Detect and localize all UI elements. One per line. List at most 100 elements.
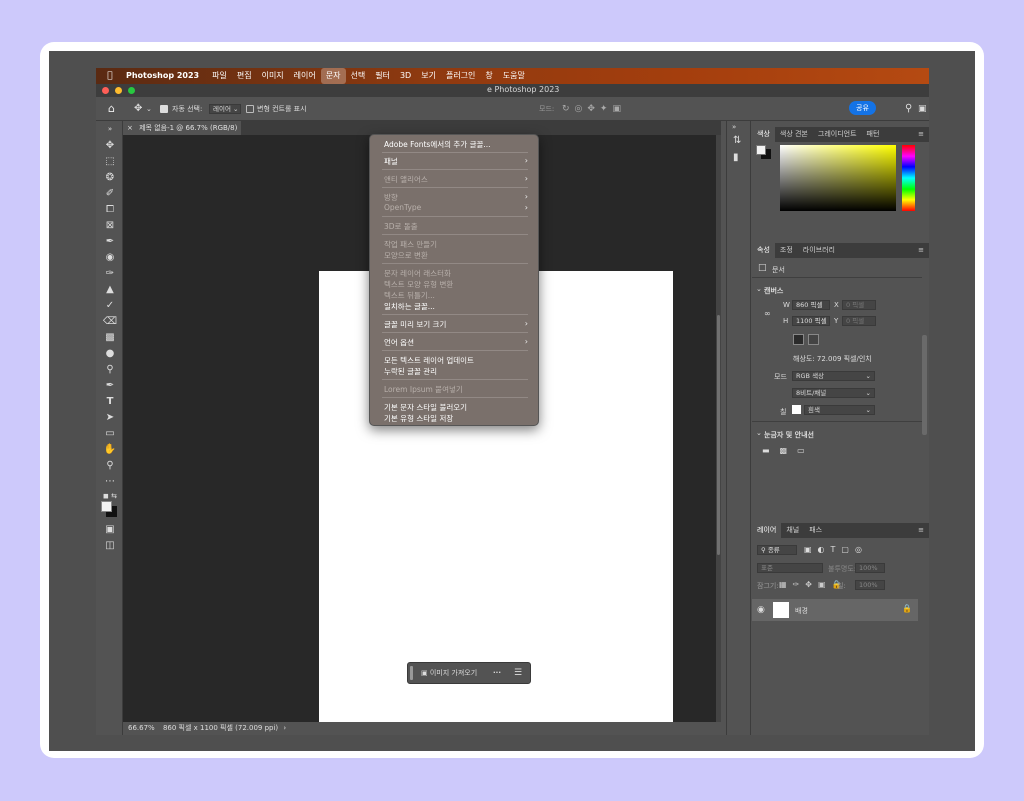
maximize-window-button[interactable] (128, 87, 135, 94)
status-arrow-icon[interactable]: › (283, 724, 286, 732)
tab-channels[interactable]: 채널 (781, 523, 804, 538)
width-field[interactable]: 860 픽셀 (792, 300, 830, 310)
bit-depth-dropdown[interactable]: 8비트/채널 ⌄ (792, 388, 875, 398)
more-options-button[interactable]: ··· (493, 665, 501, 681)
zoom-level[interactable]: 66.67% (128, 724, 155, 732)
crop-tool-icon[interactable]: ⧠ (102, 203, 118, 216)
menu-edit[interactable]: 편집 (232, 68, 257, 84)
menu-3d[interactable]: 3D (395, 68, 416, 84)
eyedropper-tool-icon[interactable]: ✒ (102, 235, 118, 248)
menu-item-rasterize[interactable]: 문자 레이어 래스터화 (384, 268, 451, 279)
quick-mask-icon[interactable]: ▣ (102, 523, 118, 536)
blend-mode-dropdown[interactable]: 표준 (757, 563, 823, 573)
hand-tool-icon[interactable]: ✋ (102, 443, 118, 456)
tab-layers[interactable]: 레이어 (752, 523, 782, 538)
history-brush-icon[interactable]: ✓ (102, 299, 118, 312)
tab-patterns[interactable]: 패턴 (862, 127, 885, 142)
brush-tool-icon[interactable]: ✑ (102, 267, 118, 280)
search-icon[interactable]: ⚲ (905, 102, 912, 116)
portrait-orientation-button[interactable] (793, 334, 804, 345)
menu-item-convert-to-shape[interactable]: 모양으로 변환 (384, 250, 428, 261)
auto-select-checkbox[interactable] (160, 105, 168, 113)
foreground-color-swatch[interactable] (756, 145, 766, 155)
frame-tool-icon[interactable]: ⊠ (102, 219, 118, 232)
marquee-tool-icon[interactable]: ⬚ (102, 155, 118, 168)
3d-mode-icons[interactable]: ↻◎✥✦▣ (562, 102, 626, 116)
eraser-tool-icon[interactable]: ⌫ (102, 315, 118, 328)
menu-filter[interactable]: 필터 (370, 68, 395, 84)
lasso-tool-icon[interactable]: ❂ (102, 171, 118, 184)
vertical-scroll-thumb[interactable] (717, 315, 720, 555)
menu-item-anti-alias[interactable]: 앤티 앨리어스 (384, 174, 428, 185)
import-image-button[interactable]: ▣ 이미지 가져오기 (418, 665, 480, 681)
screen-mode-icon[interactable]: ◫ (102, 539, 118, 552)
panel-menu-icon[interactable]: ≡ (913, 243, 929, 258)
menu-item-font-preview-size[interactable]: 글꼴 미리 보기 크기 (384, 319, 446, 330)
layer-row-background[interactable]: ◉ 배경 🔒 (752, 599, 918, 621)
rectangle-tool-icon[interactable]: ▭ (102, 427, 118, 440)
chevron-down-icon[interactable]: ⌄ (756, 429, 762, 437)
menu-item-load-default-styles[interactable]: 기본 문자 스타일 불러오기 (384, 402, 467, 413)
move-tool-icon[interactable]: ✥ (102, 139, 118, 152)
x-field[interactable]: 0 픽셀 (842, 300, 876, 310)
move-tool-icon[interactable]: ✥ (134, 102, 142, 116)
menu-item-warp-text[interactable]: 텍스트 뒤틀기... (384, 290, 435, 301)
collapse-icon[interactable]: » (102, 123, 118, 136)
layer-name[interactable]: 배경 (795, 606, 808, 616)
stamp-tool-icon[interactable]: ▲ (102, 283, 118, 296)
vertical-scrollbar[interactable] (716, 135, 721, 722)
home-icon[interactable]: ⌂ (108, 102, 115, 116)
drag-handle[interactable] (410, 666, 413, 680)
fill-dropdown[interactable]: 흰색 ⌄ (804, 405, 875, 415)
comment-icon[interactable]: ▮ (733, 152, 739, 163)
minimize-window-button[interactable] (115, 87, 122, 94)
share-button[interactable]: 공유 (849, 101, 876, 115)
history-icon[interactable]: ⇅ (733, 135, 741, 146)
path-select-icon[interactable]: ➤ (102, 411, 118, 424)
menu-item-panels[interactable]: 패널 (384, 156, 398, 167)
menu-item-adobe-fonts[interactable]: Adobe Fonts에서의 추가 글꼴... (384, 139, 491, 150)
tab-document[interactable]: × 제목 없음-1 @ 66.7% (RGB/8) (123, 121, 241, 135)
layer-select-dropdown[interactable]: 레이어 ⌄ (209, 104, 241, 114)
foreground-color-swatch[interactable] (101, 501, 112, 512)
close-window-button[interactable] (102, 87, 109, 94)
type-tool-icon[interactable]: T (102, 395, 118, 408)
eye-icon[interactable]: ◉ (757, 605, 765, 615)
menu-help[interactable]: 도움말 (498, 68, 530, 84)
ruler-icons[interactable]: ▬▩▭ (762, 446, 815, 455)
menu-layer[interactable]: 레이어 (289, 68, 321, 84)
menu-view[interactable]: 보기 (416, 68, 441, 84)
menu-file[interactable]: 파일 (207, 68, 232, 84)
tab-color[interactable]: 색상 (752, 127, 775, 142)
height-field[interactable]: 1100 픽셀 (792, 316, 830, 326)
menu-item-manage-missing-fonts[interactable]: 누락된 글꼴 관리 (384, 366, 437, 377)
menu-item-opentype[interactable]: OpenType (384, 203, 421, 212)
healing-brush-icon[interactable]: ◉ (102, 251, 118, 264)
transform-controls-checkbox[interactable] (246, 105, 254, 113)
panel-menu-icon[interactable]: ≡ (913, 523, 929, 538)
properties-scrollbar[interactable] (922, 335, 927, 435)
tab-properties[interactable]: 속성 (752, 243, 775, 258)
pen-tool-icon[interactable]: ✒ (102, 379, 118, 392)
menu-select[interactable]: 선택 (346, 68, 371, 84)
menu-item-language-options[interactable]: 언어 옵션 (384, 337, 414, 348)
menu-item-match-font[interactable]: 일치하는 글꼴... (384, 301, 435, 312)
menu-window[interactable]: 창 (480, 68, 497, 84)
tab-gradients[interactable]: 그레이디언트 (813, 127, 862, 142)
menu-item-save-default-styles[interactable]: 기본 유형 스타일 저장 (384, 413, 453, 424)
chevron-down-icon[interactable]: ⌄ (146, 102, 152, 116)
settings-sliders-icon[interactable]: ☰ (514, 665, 522, 681)
fill-field[interactable]: 100% (855, 580, 885, 590)
menu-item-update-all-text-layers[interactable]: 모든 텍스트 레이어 업데이트 (384, 355, 474, 366)
hue-slider[interactable] (902, 145, 915, 211)
menu-plugins[interactable]: 플러그인 (441, 68, 480, 84)
tab-adjustments[interactable]: 조정 (775, 243, 798, 258)
close-tab-icon[interactable]: × (127, 124, 133, 132)
menu-type[interactable]: 문자 (320, 68, 346, 84)
more-tools-icon[interactable]: ⋯ (102, 475, 118, 488)
menu-item-extrude-3d[interactable]: 3D로 돌출 (384, 221, 418, 232)
blur-tool-icon[interactable]: ● (102, 347, 118, 360)
menu-item-convert-text-shape[interactable]: 텍스트 모양 유형 변환 (384, 279, 453, 290)
chevron-down-icon[interactable]: ⌄ (756, 285, 762, 293)
panel-menu-icon[interactable]: ≡ (913, 127, 929, 142)
